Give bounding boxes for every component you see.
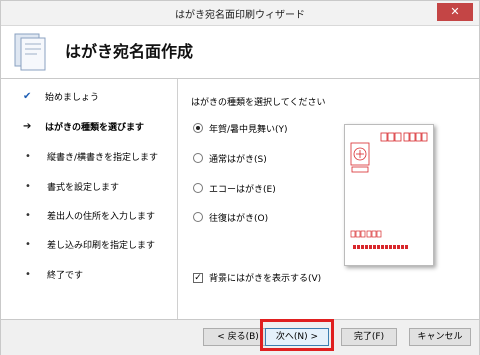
step-item: • 書式を設定します <box>23 179 119 193</box>
step-item: • 差し込み印刷を指定します <box>23 237 155 251</box>
radio-nenga[interactable]: 年賀/暑中見舞い(Y) <box>193 121 288 135</box>
checkbox[interactable]: ✓ <box>193 272 203 283</box>
check-icon: ✔ <box>23 90 32 102</box>
step-item: • 終了です <box>23 267 83 281</box>
window-title: はがき宛名面印刷ウィザード <box>175 10 305 21</box>
wizard-steps: ✔ 始めましょう ➔ はがきの種類を選びます • 縦書き/横書きを指定します •… <box>1 79 177 319</box>
step-label: 縦書き/横書きを指定します <box>47 152 159 163</box>
step-label: はがきの種類を選びます <box>45 122 145 133</box>
step-label: 差出人の住所を入力します <box>47 211 156 222</box>
button-bar: < 戻る(B) 次へ(N) > 完了(F) キャンセル <box>1 319 479 355</box>
postcard-preview-graphic <box>350 132 428 249</box>
checkbox-label: 背景にはがきを表示する(V) <box>209 274 322 284</box>
step-label: 始めましょう <box>45 92 100 103</box>
bullet-icon: • <box>25 209 31 221</box>
step-label: 差し込み印刷を指定します <box>47 240 156 251</box>
radio-button[interactable] <box>193 183 203 193</box>
radio-button[interactable] <box>193 212 203 222</box>
cancel-button[interactable]: キャンセル <box>409 328 471 346</box>
finish-button[interactable]: 完了(F) <box>341 328 397 346</box>
step-item: • 差出人の住所を入力します <box>23 208 155 222</box>
step-label: 終了です <box>47 270 84 281</box>
close-button[interactable]: ✕ <box>437 3 473 21</box>
radio-normal[interactable]: 通常はがき(S) <box>193 151 267 165</box>
step-label: 書式を設定します <box>47 182 120 193</box>
bullet-icon: • <box>25 238 31 250</box>
postcard-wizard-icon <box>14 33 46 71</box>
wizard-window: はがき宛名面印刷ウィザード ✕ はがき宛名面作成 ✔ 始めましょう ➔ はがきの… <box>0 0 480 355</box>
radio-button[interactable] <box>193 123 203 133</box>
title-bar: はがき宛名面印刷ウィザード ✕ <box>1 1 479 26</box>
radio-label: 通常はがき(S) <box>209 154 267 165</box>
step-item: ✔ 始めましょう <box>23 89 99 103</box>
prompt-text: はがきの種類を選択してください <box>191 98 326 108</box>
page-title: はがき宛名面作成 <box>65 42 194 61</box>
radio-label: 往復はがき(O) <box>209 213 269 224</box>
radio-label: 年賀/暑中見舞い(Y) <box>209 124 288 135</box>
divider <box>177 79 178 319</box>
bullet-icon: • <box>25 150 31 162</box>
radio-eco[interactable]: エコーはがき(E) <box>193 181 276 195</box>
arrow-right-icon: ➔ <box>23 120 32 132</box>
step-item-current: ➔ はがきの種類を選びます <box>23 119 144 133</box>
show-background-checkbox[interactable]: ✓ 背景にはがきを表示する(V) <box>193 271 321 284</box>
bullet-icon: • <box>25 180 31 192</box>
radio-label: エコーはがき(E) <box>209 184 276 195</box>
postcard-preview <box>344 124 434 266</box>
radio-button[interactable] <box>193 153 203 163</box>
step-item: • 縦書き/横書きを指定します <box>23 149 158 163</box>
main-panel: はがきの種類を選択してください 年賀/暑中見舞い(Y) 通常はがき(S) エコー… <box>179 79 479 319</box>
radio-reply[interactable]: 往復はがき(O) <box>193 210 268 224</box>
next-button-highlight <box>260 319 334 351</box>
wizard-header: はがき宛名面作成 <box>1 26 479 79</box>
bullet-icon: • <box>25 268 31 280</box>
